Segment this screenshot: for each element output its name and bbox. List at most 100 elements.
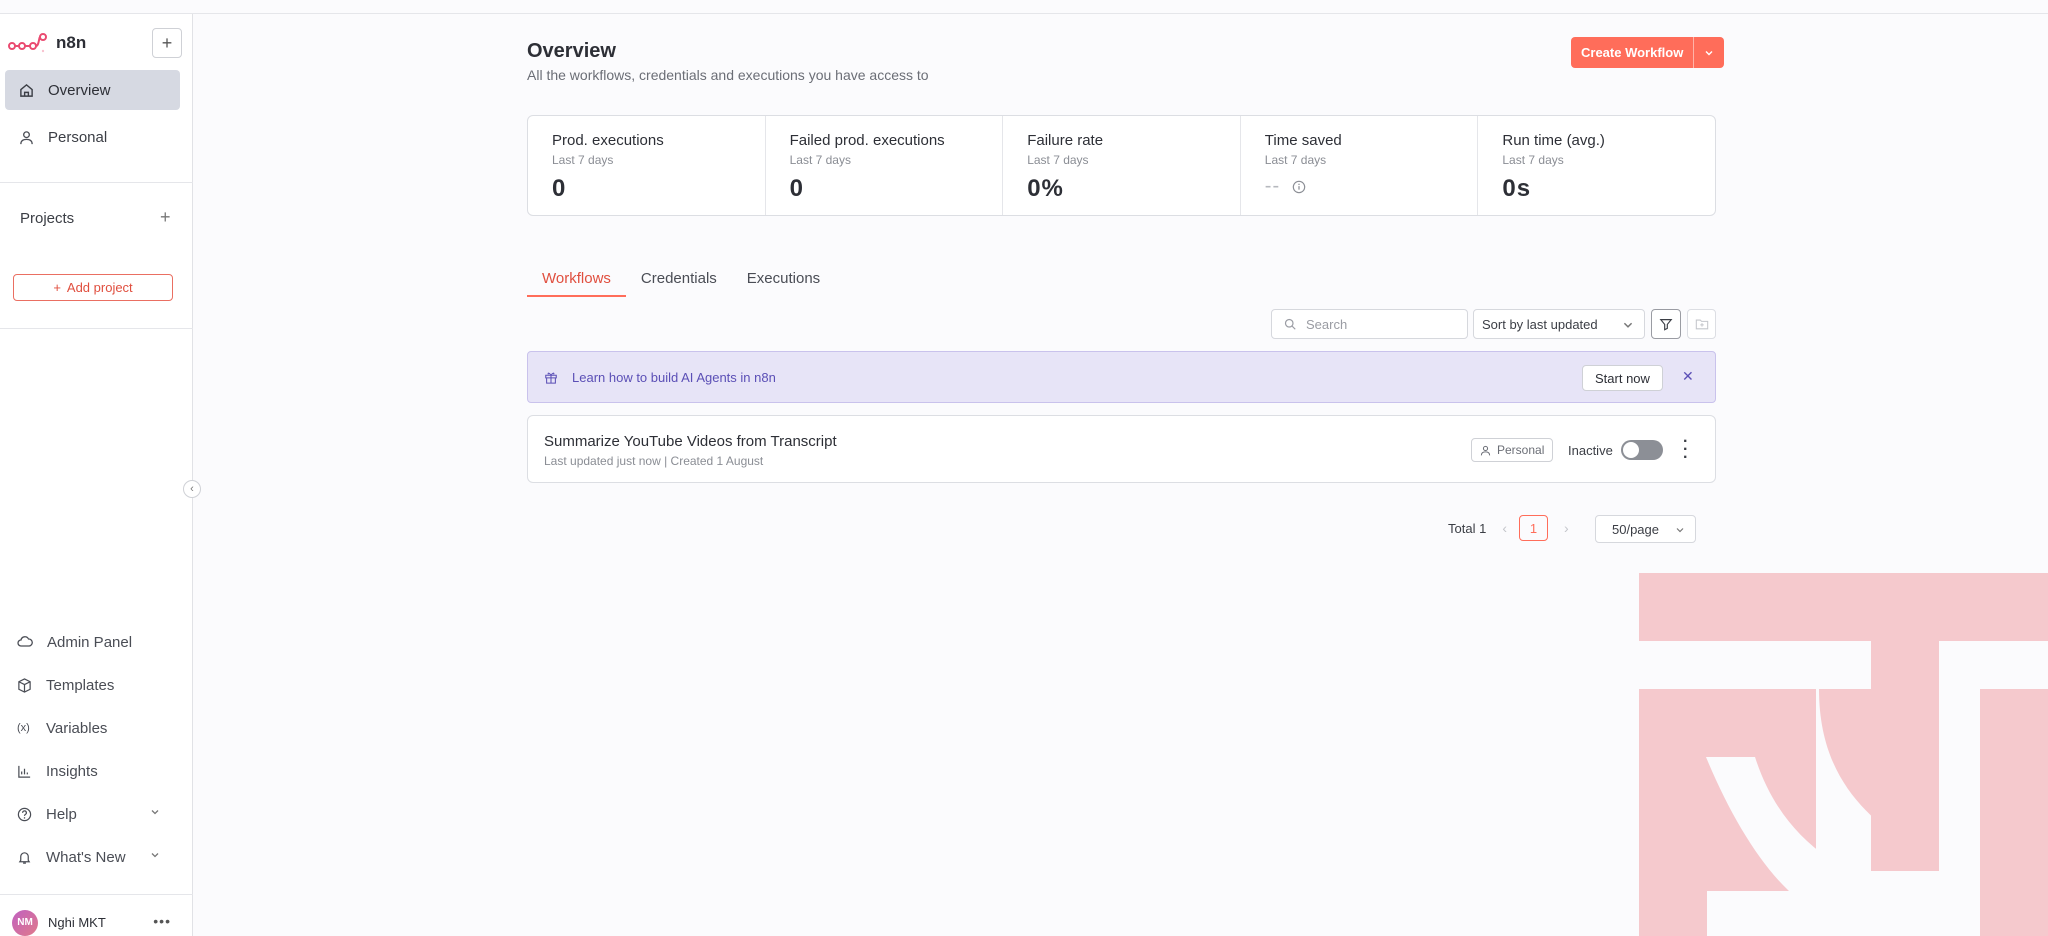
sidebar-item-insights[interactable]: Insights: [5, 754, 180, 788]
start-now-button[interactable]: Start now: [1582, 365, 1663, 391]
create-options-dropdown[interactable]: [1694, 37, 1725, 68]
more-icon[interactable]: •••: [153, 913, 171, 929]
stat-period: Last 7 days: [789, 153, 851, 167]
new-folder-button[interactable]: [1687, 309, 1716, 339]
sidebar-item-label: Variables: [46, 719, 108, 737]
add-project-button[interactable]: + Add project: [13, 274, 173, 301]
chevron-down-icon: [1705, 50, 1713, 55]
ai-agents-banner: Learn how to build AI Agents in n8n Star…: [527, 351, 1716, 403]
sidebar-item-personal[interactable]: Personal: [5, 117, 180, 157]
chevron-down-icon: [151, 853, 159, 858]
next-page-icon[interactable]: ›: [1564, 520, 1569, 536]
sidebar-item-help[interactable]: Help: [5, 797, 180, 831]
stat-value: 0%: [1027, 175, 1064, 202]
stat-run-time[interactable]: Run time (avg.) Last 7 days 0s: [1478, 116, 1715, 215]
owner-badge[interactable]: Personal: [1471, 438, 1554, 462]
stat-value: 0: [552, 175, 567, 202]
stat-time-saved[interactable]: Time saved Last 7 days --: [1241, 116, 1479, 215]
user-icon: [1480, 445, 1491, 455]
workflow-status: Inactive: [1568, 443, 1613, 458]
stat-period: Last 7 days: [552, 153, 614, 167]
collapse-sidebar-button[interactable]: ‹: [183, 480, 201, 498]
sidebar-item-whats-new[interactable]: What's New: [5, 840, 180, 874]
stat-value-row: --: [1265, 175, 1478, 198]
total-count: Total 1: [1448, 520, 1487, 536]
stat-failure-rate[interactable]: Failure rate Last 7 days 0%: [1003, 116, 1241, 215]
sort-select[interactable]: Sort by last updated: [1473, 309, 1645, 339]
tab-credentials[interactable]: Credentials: [626, 268, 732, 297]
add-project-label: Add project: [66, 280, 133, 295]
stat-label: Run time (avg.): [1502, 132, 1605, 149]
sidebar-item-label: Overview: [48, 81, 111, 99]
sidebar-item-label: Personal: [48, 128, 108, 146]
workflow-title[interactable]: Summarize YouTube Videos from Transcript: [544, 433, 837, 450]
pagination: Total 1 ‹ 1 › 50/page: [1448, 515, 1696, 543]
divider: [0, 328, 193, 329]
folder-plus-icon: [1695, 319, 1708, 330]
sidebar-item-variables[interactable]: (x) Variables: [5, 711, 180, 745]
info-icon[interactable]: [1292, 180, 1306, 194]
user-name: Nghi MKT: [48, 915, 106, 930]
sidebar-item-overview[interactable]: Overview: [5, 70, 180, 110]
owner-label: Personal: [1497, 443, 1545, 457]
tab-executions[interactable]: Executions: [732, 268, 835, 297]
chevron-down-icon: [151, 810, 159, 815]
sidebar-item-label: Templates: [46, 676, 115, 694]
stat-prod-executions[interactable]: Prod. executions Last 7 days 0: [528, 116, 766, 215]
chart-icon: [18, 765, 31, 778]
stat-period: Last 7 days: [1027, 153, 1089, 167]
gift-icon: [545, 372, 557, 384]
sidebar-item-templates[interactable]: Templates: [5, 668, 180, 702]
close-icon[interactable]: ✕: [1682, 368, 1694, 385]
workflow-card[interactable]: Summarize YouTube Videos from Transcript…: [527, 415, 1716, 483]
stat-label: Failure rate: [1027, 132, 1104, 149]
home-icon: [20, 83, 33, 97]
user-menu[interactable]: NM Nghi MKT •••: [0, 894, 193, 936]
stat-label: Time saved: [1264, 132, 1342, 149]
create-workflow-button-group: Create Workflow: [1571, 37, 1725, 68]
page-title: Overview: [527, 40, 616, 62]
plus-icon: +: [53, 280, 61, 295]
brand[interactable]: n8n: [8, 32, 86, 54]
banner-text: Learn how to build AI Agents in n8n: [572, 369, 776, 385]
page-number[interactable]: 1: [1518, 515, 1548, 541]
app-name: n8n: [56, 33, 87, 52]
cloud-icon: [17, 636, 33, 647]
chevron-down-icon: [1676, 528, 1684, 533]
workflow-meta: Last updated just now | Created 1 August: [544, 454, 764, 468]
prev-page-icon[interactable]: ‹: [1502, 520, 1507, 536]
filter-button[interactable]: [1651, 309, 1681, 339]
stat-label: Prod. executions: [552, 132, 664, 149]
new-item-button[interactable]: +: [152, 28, 182, 58]
stat-label: Failed prod. executions: [789, 132, 945, 149]
page-subtitle: All the workflows, credentials and execu…: [527, 67, 929, 83]
more-vertical-icon[interactable]: · · ·: [1683, 434, 1688, 466]
avatar: NM: [12, 909, 38, 936]
page-size-select[interactable]: 50/page: [1595, 515, 1696, 543]
create-workflow-button[interactable]: Create Workflow: [1571, 37, 1695, 68]
projects-title: Projects: [20, 210, 75, 227]
variable-icon: (x): [17, 722, 30, 734]
watermark-logo-icon: [1639, 573, 2048, 936]
search-icon: [1284, 318, 1296, 330]
box-icon: [18, 677, 31, 693]
top-bar: [0, 0, 2048, 14]
chevron-left-icon: ‹: [190, 483, 194, 495]
add-project-plus-icon[interactable]: +: [160, 207, 171, 228]
sidebar-item-label: Help: [46, 805, 77, 823]
workflow-active-toggle[interactable]: [1621, 440, 1663, 460]
plus-icon: +: [161, 32, 173, 53]
filter-icon: [1659, 319, 1673, 331]
help-icon: [17, 807, 32, 821]
n8n-logo-icon: [8, 32, 48, 54]
search-input[interactable]: [1306, 316, 1456, 332]
stat-failed-executions[interactable]: Failed prod. executions Last 7 days 0: [766, 116, 1004, 215]
sidebar: n8n + Overview Personal Projects + + Add…: [0, 14, 201, 936]
sidebar-item-label: Admin Panel: [47, 633, 133, 651]
sidebar-item-admin-panel[interactable]: Admin Panel: [5, 625, 180, 659]
sidebar-item-label: Insights: [46, 762, 98, 780]
sort-value: Sort by last updated: [1482, 316, 1598, 332]
divider: [0, 182, 193, 183]
tab-workflows[interactable]: Workflows: [527, 268, 626, 297]
stat-value: --: [1264, 175, 1281, 197]
